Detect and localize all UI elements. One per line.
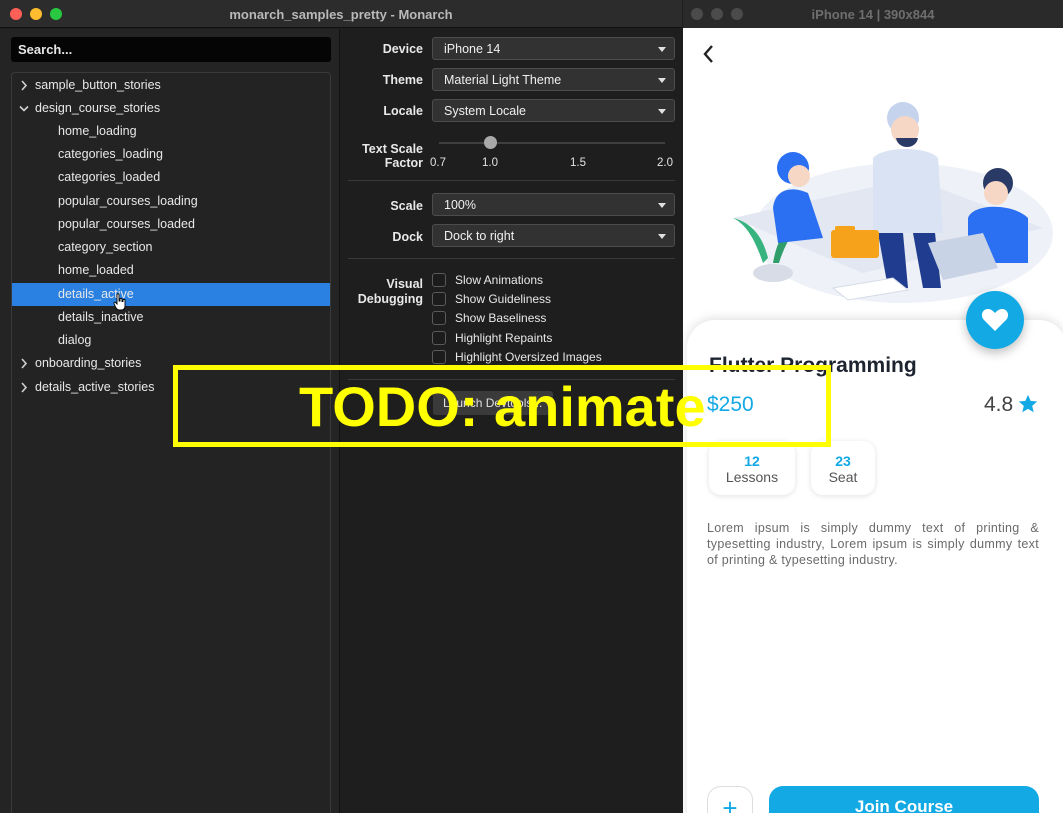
tree-item-home-loaded[interactable]: home_loaded [12,259,330,282]
tree-item-label: dialog [58,333,92,347]
dock-value: Dock to right [444,229,515,243]
tree-item-label: categories_loaded [58,170,161,184]
stat-value: 12 [744,453,760,469]
tree-item-dialog[interactable]: dialog [12,329,330,352]
checkbox-box[interactable] [432,292,446,306]
tick-label: 2.0 [657,157,673,169]
divider [348,258,675,259]
tree-item-label: details_inactive [58,310,144,324]
tick-label: 1.0 [482,157,498,169]
tree-item-label: home_loaded [58,263,134,277]
tree-group-sample-button-stories[interactable]: sample_button_stories [12,74,330,97]
visual-debugging-label: Visual Debugging [341,277,423,307]
tree-item-popular-courses-loaded[interactable]: popular_courses_loaded [12,213,330,236]
visual-debugging-label-line1: Visual [386,277,423,291]
device-dropdown[interactable]: iPhone 14 [432,37,675,60]
dock-label: Dock [392,230,423,244]
caret-down-icon [658,109,666,114]
join-course-button[interactable]: Join Course [769,786,1039,813]
search-input[interactable]: Search... [11,37,331,62]
locale-dropdown[interactable]: System Locale [432,99,675,122]
tree-item-categories-loaded[interactable]: categories_loaded [12,166,330,189]
scale-label: Scale [390,199,423,213]
favorite-button[interactable] [966,291,1024,349]
tick-label: 0.7 [430,157,446,169]
screen: monarch_samples_pretty - Monarch Search.… [0,0,1063,813]
tick-label: 1.5 [570,157,586,169]
tree-item-details-inactive[interactable]: details_inactive [12,306,330,329]
lessons-stat: 12 Lessons [709,441,795,495]
checkbox-label: Highlight Oversized Images [455,350,602,364]
device-label: Device [382,42,423,56]
course-description: Lorem ipsum is simply dummy text of prin… [707,521,1039,567]
scale-value: 100% [444,198,476,212]
scale-dropdown[interactable]: 100% [432,193,675,216]
locale-label: Locale [383,104,423,118]
tree-item-home-loading[interactable]: home_loading [12,120,330,143]
tree-group-design-course-stories[interactable]: design_course_stories [12,97,330,120]
stat-label: Lessons [725,469,779,485]
visual-debugging-label-line2: Debugging [357,292,423,306]
checkbox-label: Slow Animations [455,273,544,287]
tree-item-label: details_active_stories [35,380,155,394]
locale-value: System Locale [444,104,526,118]
text-scale-slider-knob[interactable] [484,136,497,149]
stat-value: 23 [835,453,851,469]
stat-label: Seat [828,469,858,485]
device-value: iPhone 14 [444,42,501,56]
caret-down-icon [658,78,666,83]
tree-item-label: design_course_stories [35,101,161,115]
checkbox-label: Highlight Repaints [455,331,553,345]
checkbox-label: Show Baseliness [455,311,547,325]
theme-label: Theme [382,73,423,87]
tree-item-popular-courses-loading[interactable]: popular_courses_loading [12,190,330,213]
tree-item-label: popular_courses_loading [58,194,198,208]
todo-annotation-text: TODO: animate [299,375,706,438]
caret-down-icon [658,47,666,52]
checkbox-box[interactable] [432,350,446,364]
add-button[interactable]: + [707,786,753,813]
text-scale-slider-track[interactable] [439,142,665,144]
tree-item-label: categories_loading [58,147,163,161]
window-title: iPhone 14 | 390x844 [811,7,935,22]
tree-item-label: popular_courses_loaded [58,217,195,231]
theme-dropdown[interactable]: Material Light Theme [432,68,675,91]
checkbox-label: Show Guideliness [455,292,552,306]
course-illustration [733,102,1053,303]
tree-item-label: category_section [58,240,153,254]
tree-item-details-active[interactable]: details_active [12,283,330,306]
theme-value: Material Light Theme [444,73,562,87]
text-scale-label-line2: Factor [384,156,423,170]
hand-cursor-icon [113,293,126,311]
monarch-titlebar: monarch_samples_pretty - Monarch [0,0,682,28]
tree-item-label: home_loading [58,124,137,138]
checkbox-box[interactable] [432,311,446,325]
checkbox-box[interactable] [432,331,446,345]
dock-dropdown[interactable]: Dock to right [432,224,675,247]
iphone-titlebar: iPhone 14 | 390x844 [683,0,1063,28]
heart-icon [981,309,1009,331]
tree-item-label: onboarding_stories [35,356,142,370]
checkbox-box[interactable] [432,273,446,287]
tree-item-category-section[interactable]: category_section [12,236,330,259]
caret-down-icon [658,203,666,208]
divider [348,180,675,181]
star-icon [1018,394,1038,413]
seat-stat: 23 Seat [811,441,875,495]
text-scale-label: Text Scale Factor [341,142,423,170]
course-rating: 4.8 [984,393,1014,416]
text-scale-label-line1: Text Scale [362,142,423,156]
chevron-right-icon [19,376,29,407]
caret-down-icon [658,234,666,239]
tree-item-label: sample_button_stories [35,78,161,92]
window-title: monarch_samples_pretty - Monarch [229,7,453,22]
tree-item-categories-loading[interactable]: categories_loading [12,143,330,166]
